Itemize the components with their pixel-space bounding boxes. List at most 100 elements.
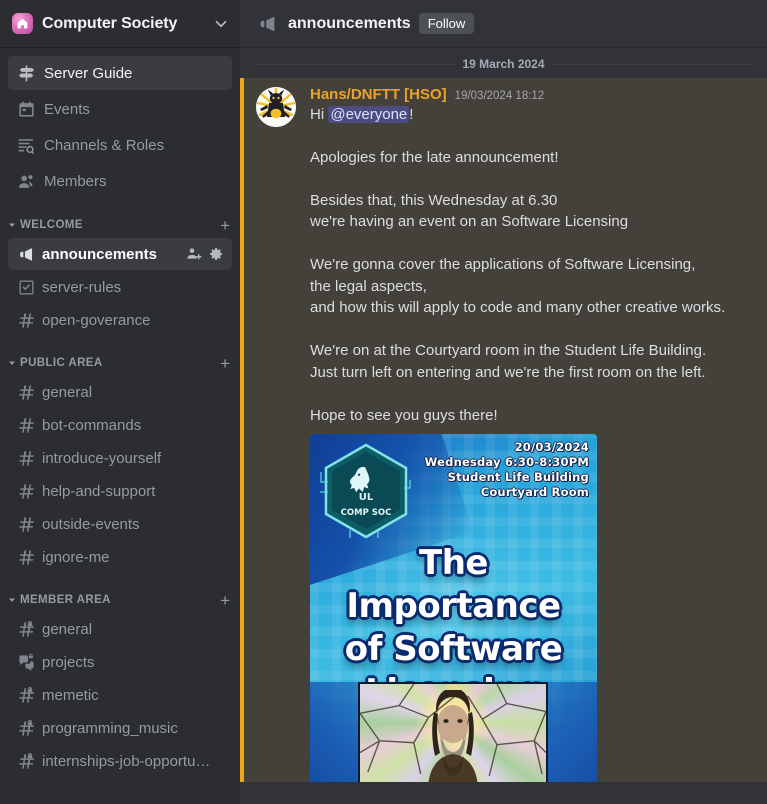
hash-icon: [16, 382, 36, 402]
page-title: announcements: [288, 14, 411, 32]
add-channel-button[interactable]: +: [214, 217, 230, 234]
channel-label: open-goverance: [42, 311, 151, 329]
category-member-area[interactable]: MEMBER AREA +: [0, 587, 240, 613]
hash-locked-icon: [16, 619, 36, 639]
channel-actions: [186, 246, 226, 262]
channel-item-general-public[interactable]: general: [8, 376, 232, 408]
discord-app: Computer Society Server Guide Events Cha…: [0, 0, 767, 804]
chevron-down-icon[interactable]: [212, 15, 230, 33]
greeting-prefix: Hi: [310, 106, 329, 123]
poster-photo: [358, 682, 548, 788]
sidebar-item-members[interactable]: Members: [8, 164, 232, 198]
add-channel-button[interactable]: +: [214, 355, 230, 372]
announcement-megaphone-icon: [16, 244, 36, 264]
announcement-megaphone-icon: [256, 12, 280, 36]
forum-locked-icon: [16, 652, 36, 672]
channel-label: help-and-support: [42, 482, 156, 500]
chevron-down-icon: [6, 219, 18, 231]
channel-label: ignore-me: [42, 548, 110, 566]
members-icon: [16, 171, 36, 191]
channel-list[interactable]: Server Guide Events Channels & Roles Mem…: [0, 48, 240, 804]
poster-event-info: 20/03/2024 Wednesday 6:30-8:30PM Student…: [425, 440, 589, 500]
follow-button[interactable]: Follow: [418, 13, 475, 34]
channel-item-memetic[interactable]: memetic: [8, 679, 232, 711]
channel-label: outside-events: [42, 515, 140, 533]
hash-icon: [16, 310, 36, 330]
channel-label: memetic: [42, 686, 99, 704]
message-attachment[interactable]: UL COMP SOC 20/03/2024 Wednesday 6:30-8:…: [310, 434, 751, 804]
speaker-portrait: [428, 690, 478, 786]
channels-roles-icon: [16, 135, 36, 155]
channel-item-outside-events[interactable]: outside-events: [8, 508, 232, 540]
hash-icon: [16, 481, 36, 501]
message-timestamp: 19/03/2024 18:12: [454, 90, 545, 102]
svg-text:UL: UL: [359, 492, 374, 503]
poster-info-room: Courtyard Room: [480, 485, 589, 499]
channel-item-announcements[interactable]: announcements: [8, 238, 232, 270]
sidebar-item-events[interactable]: Events: [8, 92, 232, 126]
sidebar-item-server-guide[interactable]: Server Guide: [8, 56, 232, 90]
hash-locked-icon: [16, 685, 36, 705]
greeting-suffix: !: [409, 106, 414, 123]
message-author[interactable]: Hans/DNFTT [HSO]: [310, 86, 447, 103]
rules-checkbox-icon: [16, 277, 36, 297]
channel-item-server-rules[interactable]: server-rules: [8, 271, 232, 303]
message-content: Apologies for the late announcement! Bes…: [310, 148, 726, 424]
divider-rule-left: [256, 63, 455, 65]
hash-icon: [16, 547, 36, 567]
sidebar-item-label: Members: [44, 172, 107, 190]
svg-text:COMP SOC: COMP SOC: [341, 508, 392, 518]
poster-info-time: Wednesday 6:30-8:30PM: [424, 455, 589, 469]
sidebar-item-label: Events: [44, 100, 90, 118]
channel-item-ignore-me[interactable]: ignore-me: [8, 541, 232, 573]
category-public-area[interactable]: PUBLIC AREA +: [0, 350, 240, 376]
channel-label: general: [42, 620, 93, 638]
category-label: MEMBER AREA: [20, 594, 111, 606]
home-icon: [12, 13, 33, 34]
message-list[interactable]: 19 March 2024 Hans/DNFTT [HSO] 19/03/202…: [240, 48, 767, 804]
date-divider: 19 March 2024: [240, 50, 767, 78]
hash-locked-icon: [16, 718, 36, 738]
calendar-icon: [16, 99, 36, 119]
everyone-mention[interactable]: @everyone: [328, 106, 410, 123]
channel-item-general-member[interactable]: general: [8, 613, 232, 645]
add-member-icon[interactable]: [186, 246, 202, 262]
category-label: WELCOME: [20, 219, 83, 231]
channel-label: server-rules: [42, 278, 122, 296]
channel-label: programming_music: [42, 719, 178, 737]
event-poster[interactable]: UL COMP SOC 20/03/2024 Wednesday 6:30-8:…: [310, 434, 597, 804]
chevron-down-icon: [6, 357, 18, 369]
avatar[interactable]: [256, 87, 296, 127]
channel-label: projects: [42, 653, 95, 671]
poster-title-line-1: The Importance: [346, 543, 561, 626]
channel-item-open-goverance[interactable]: open-goverance: [8, 304, 232, 336]
server-name: Computer Society: [42, 14, 178, 32]
gear-icon[interactable]: [208, 246, 224, 262]
add-channel-button[interactable]: +: [214, 592, 230, 609]
channel-item-bot-commands[interactable]: bot-commands: [8, 409, 232, 441]
hash-icon: [16, 448, 36, 468]
category-label: PUBLIC AREA: [20, 357, 103, 369]
sidebar-item-label: Server Guide: [44, 64, 133, 82]
channel-item-introduce-yourself[interactable]: introduce-yourself: [8, 442, 232, 474]
channel-sidebar: Computer Society Server Guide Events Cha…: [0, 0, 240, 804]
channel-label: announcements: [42, 245, 158, 263]
poster-title-line-2: of Software: [344, 629, 563, 669]
channel-item-internships-job-opportunities[interactable]: internships-job-opportu…: [8, 745, 232, 777]
channel-item-projects[interactable]: projects: [8, 646, 232, 678]
message-item[interactable]: Hans/DNFTT [HSO] 19/03/2024 18:12 Hi @ev…: [240, 78, 767, 804]
sidebar-item-label: Channels & Roles: [44, 136, 165, 154]
compsoc-logo: UL COMP SOC: [318, 442, 412, 542]
channel-item-programming-music[interactable]: programming_music: [8, 712, 232, 744]
date-label: 19 March 2024: [462, 57, 545, 71]
sidebar-item-channels-roles[interactable]: Channels & Roles: [8, 128, 232, 162]
channel-header: announcements Follow: [240, 0, 767, 48]
category-welcome[interactable]: WELCOME +: [0, 212, 240, 238]
channel-item-help-and-support[interactable]: help-and-support: [8, 475, 232, 507]
hash-locked-icon: [16, 751, 36, 771]
message-body: Hans/DNFTT [HSO] 19/03/2024 18:12 Hi @ev…: [310, 86, 751, 804]
main-panel: announcements Follow 19 March 2024 Hans/…: [240, 0, 767, 804]
server-header[interactable]: Computer Society: [0, 0, 240, 48]
channel-label: introduce-yourself: [42, 449, 162, 467]
channel-label: internships-job-opportu…: [42, 752, 211, 770]
